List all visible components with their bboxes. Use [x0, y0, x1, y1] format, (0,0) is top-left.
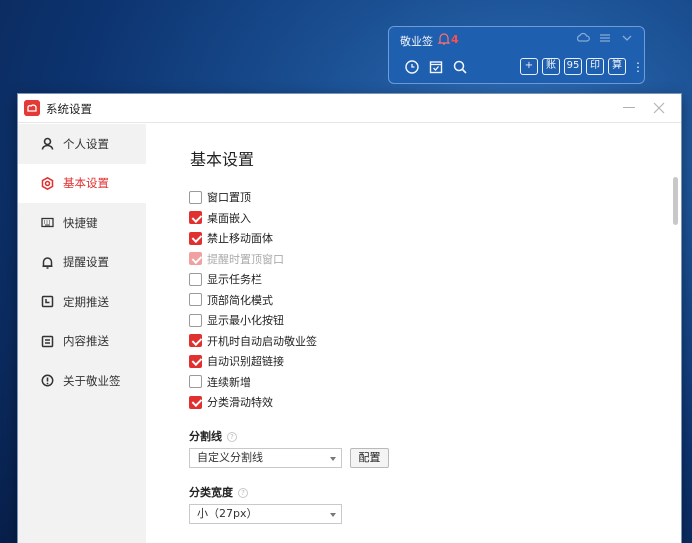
sidebar-item-scheduled-push[interactable]: 定期推送 [18, 282, 146, 322]
sidebar-item-content-push[interactable]: 内容推送 [18, 322, 146, 362]
option-show-minimize[interactable]: 显示最小化按钮 [189, 310, 317, 331]
calculate-button[interactable]: 算 [608, 58, 626, 75]
checkbox[interactable] [189, 395, 202, 409]
minimize-button[interactable] [623, 107, 635, 108]
checkbox[interactable] [189, 190, 202, 204]
schedule-icon [41, 296, 54, 308]
option-desktop-embed[interactable]: 桌面嵌入 [189, 208, 317, 229]
reminder-count-badge: 4 [451, 33, 459, 46]
checkbox[interactable] [189, 375, 202, 389]
clock-icon[interactable] [404, 59, 420, 75]
checkbox[interactable] [189, 334, 202, 348]
option-label: 显示任务栏 [207, 273, 262, 287]
sidebar-item-shortcuts[interactable]: 快捷键 [18, 203, 146, 243]
sidebar-item-reminders[interactable]: 提醒设置 [18, 243, 146, 283]
chevron-down-icon[interactable] [620, 31, 634, 45]
gear-icon [41, 176, 54, 190]
option-label: 顶部简化模式 [207, 293, 273, 307]
option-label: 开机时自动启动敬业签 [207, 334, 317, 348]
menu-icon[interactable] [598, 31, 612, 45]
divider-section-label: 分割线? [189, 428, 237, 444]
calendar-check-icon[interactable] [428, 59, 444, 75]
floating-widget[interactable]: 敬业签 4 + 账 95 印 算 ⋮ [388, 26, 645, 84]
checkbox[interactable] [189, 313, 202, 327]
option-label: 连续新增 [207, 375, 251, 389]
document-icon [41, 335, 54, 347]
width-select-value: 小（27px） [197, 507, 258, 520]
window-title: 系统设置 [46, 102, 92, 116]
config-button[interactable]: 配置 [350, 448, 389, 468]
option-label: 显示最小化按钮 [207, 314, 284, 328]
account-button[interactable]: 账 [542, 58, 560, 75]
info-icon [41, 374, 54, 387]
title-bar: 系统设置 [18, 94, 681, 123]
width-select[interactable]: 小（27px） [189, 504, 342, 524]
sidebar-item-basic[interactable]: 基本设置 [18, 163, 146, 203]
option-label: 提醒时置顶窗口 [207, 252, 284, 266]
sidebar-item-about[interactable]: 关于敬业签 [18, 361, 146, 401]
checkbox[interactable] [189, 211, 202, 225]
sidebar-item-label: 提醒设置 [63, 255, 109, 270]
option-lock-position[interactable]: 禁止移动面体 [189, 228, 317, 249]
bell-icon[interactable] [437, 32, 451, 46]
calculator-95-button[interactable]: 95 [564, 58, 582, 75]
settings-window: 系统设置 个人设置 基本设置 快捷键 提醒设置 定期推送 内容推送 关于敬业签 … [18, 94, 681, 543]
option-label: 自动识别超链接 [207, 355, 284, 369]
checkbox [189, 252, 202, 266]
user-icon [41, 137, 54, 150]
widget-title: 敬业签 [400, 35, 433, 48]
app-logo-icon [24, 100, 40, 116]
checkbox[interactable] [189, 231, 202, 245]
chevron-down-icon [330, 513, 336, 517]
option-slide-effect[interactable]: 分类滑动特效 [189, 392, 317, 413]
sidebar-item-label: 个人设置 [63, 136, 109, 151]
sidebar-item-label: 内容推送 [63, 334, 109, 349]
chevron-down-icon [330, 457, 336, 461]
page-title: 基本设置 [190, 150, 255, 169]
print-button[interactable]: 印 [586, 58, 604, 75]
scrollbar[interactable] [673, 177, 678, 225]
more-icon[interactable]: ⋮ [632, 59, 644, 75]
width-label: 分类宽度 [189, 486, 233, 499]
option-reminder-on-top: 提醒时置顶窗口 [189, 249, 317, 270]
sidebar-item-label: 关于敬业签 [63, 373, 121, 388]
sidebar-item-personal[interactable]: 个人设置 [18, 124, 146, 164]
help-icon[interactable]: ? [238, 488, 248, 498]
option-auto-start[interactable]: 开机时自动启动敬业签 [189, 331, 317, 352]
help-icon[interactable]: ? [227, 432, 237, 442]
divider-select[interactable]: 自定义分割线 [189, 448, 342, 468]
option-label: 分类滑动特效 [207, 396, 273, 410]
divider-select-value: 自定义分割线 [197, 451, 263, 464]
close-icon[interactable] [651, 100, 667, 116]
option-label: 窗口置顶 [207, 191, 251, 205]
bell-icon [42, 257, 53, 269]
option-label: 禁止移动面体 [207, 232, 273, 246]
search-icon[interactable] [452, 59, 468, 75]
sidebar-item-label: 定期推送 [63, 294, 109, 309]
divider-label: 分割线 [189, 430, 222, 443]
keyboard-icon [41, 218, 54, 228]
sidebar: 个人设置 基本设置 快捷键 提醒设置 定期推送 内容推送 关于敬业签 [18, 124, 146, 543]
options-list: 窗口置顶 桌面嵌入 禁止移动面体 提醒时置顶窗口 显示任务栏 顶部简化模式 显示… [189, 187, 317, 413]
checkbox[interactable] [189, 293, 202, 307]
sidebar-item-label: 基本设置 [63, 176, 109, 191]
checkbox[interactable] [189, 272, 202, 286]
option-window-on-top[interactable]: 窗口置顶 [189, 187, 317, 208]
option-label: 桌面嵌入 [207, 211, 251, 225]
cloud-icon[interactable] [576, 31, 590, 45]
option-simple-top[interactable]: 顶部简化模式 [189, 290, 317, 311]
width-section-label: 分类宽度? [189, 484, 248, 500]
add-button[interactable]: + [520, 58, 538, 75]
option-show-taskbar[interactable]: 显示任务栏 [189, 269, 317, 290]
sidebar-item-label: 快捷键 [63, 215, 98, 230]
option-continuous-add[interactable]: 连续新增 [189, 372, 317, 393]
option-auto-hyperlink[interactable]: 自动识别超链接 [189, 351, 317, 372]
settings-panel: 基本设置 窗口置顶 桌面嵌入 禁止移动面体 提醒时置顶窗口 显示任务栏 顶部简化… [146, 124, 681, 543]
checkbox[interactable] [189, 354, 202, 368]
